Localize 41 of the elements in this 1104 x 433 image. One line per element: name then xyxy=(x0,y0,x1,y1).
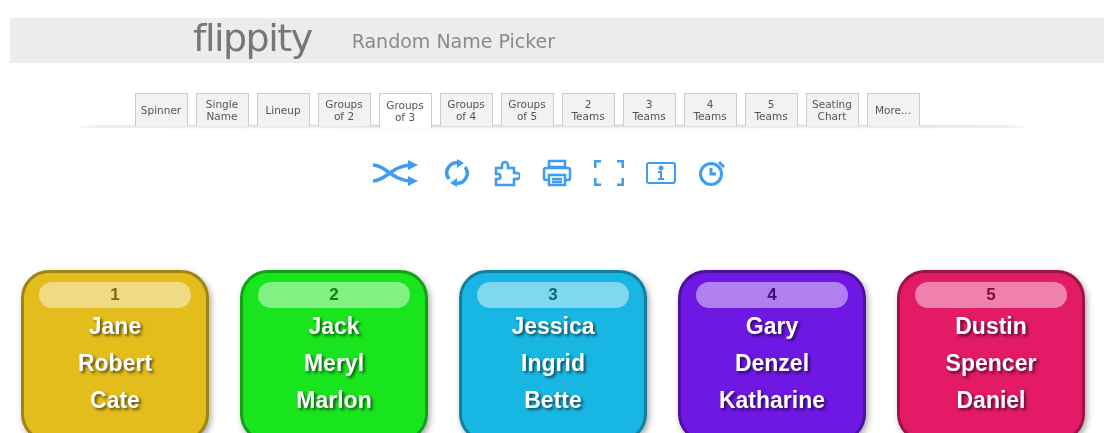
info-icon[interactable] xyxy=(646,162,676,184)
student-name: Cate xyxy=(90,386,140,415)
group-number: 1 xyxy=(39,282,191,308)
student-name: Dustin xyxy=(955,312,1027,341)
tab[interactable]: 5 Teams xyxy=(744,93,798,126)
student-name: Meryl xyxy=(303,349,365,378)
tab[interactable]: Groups of 3 xyxy=(378,93,432,128)
student-name: Katharine xyxy=(718,386,826,415)
tab[interactable]: 4 Teams xyxy=(683,93,737,126)
student-name: Jane xyxy=(88,312,142,341)
student-name: Spencer xyxy=(945,349,1037,378)
group-number: 5 xyxy=(915,282,1067,308)
student-name: Bette xyxy=(524,386,582,415)
student-name: Jessica xyxy=(511,312,595,341)
tab[interactable]: More... xyxy=(866,93,920,126)
group-number: 2 xyxy=(258,282,410,308)
logo[interactable]: flippity xyxy=(193,18,312,63)
student-name: Jack xyxy=(308,312,360,341)
student-name: Ingrid xyxy=(521,349,585,378)
timer-icon[interactable] xyxy=(698,159,726,187)
tab[interactable]: Groups of 2 xyxy=(317,93,371,126)
student-name: Gary xyxy=(745,312,799,341)
tab[interactable]: 3 Teams xyxy=(622,93,676,126)
tab[interactable]: Seating Chart xyxy=(805,93,859,126)
printer-icon[interactable] xyxy=(542,159,572,187)
student-name: Denzel xyxy=(734,349,810,378)
tab[interactable]: Single Name xyxy=(195,93,249,126)
puzzle-icon[interactable] xyxy=(492,159,520,187)
tab[interactable]: Groups of 4 xyxy=(439,93,493,126)
fullscreen-icon[interactable] xyxy=(594,160,624,186)
student-name: Robert xyxy=(77,349,153,378)
student-name: Marlon xyxy=(296,386,372,415)
tab[interactable]: Lineup xyxy=(256,93,310,126)
refresh-icon[interactable] xyxy=(444,159,470,187)
tab[interactable]: Spinner xyxy=(134,93,188,126)
tab[interactable]: 2 Teams xyxy=(561,93,615,126)
tab[interactable]: Groups of 5 xyxy=(500,93,554,126)
group-number: 3 xyxy=(477,282,629,308)
group-number: 4 xyxy=(696,282,848,308)
page-title: Random Name Picker xyxy=(351,29,556,52)
student-name: Daniel xyxy=(956,386,1026,415)
